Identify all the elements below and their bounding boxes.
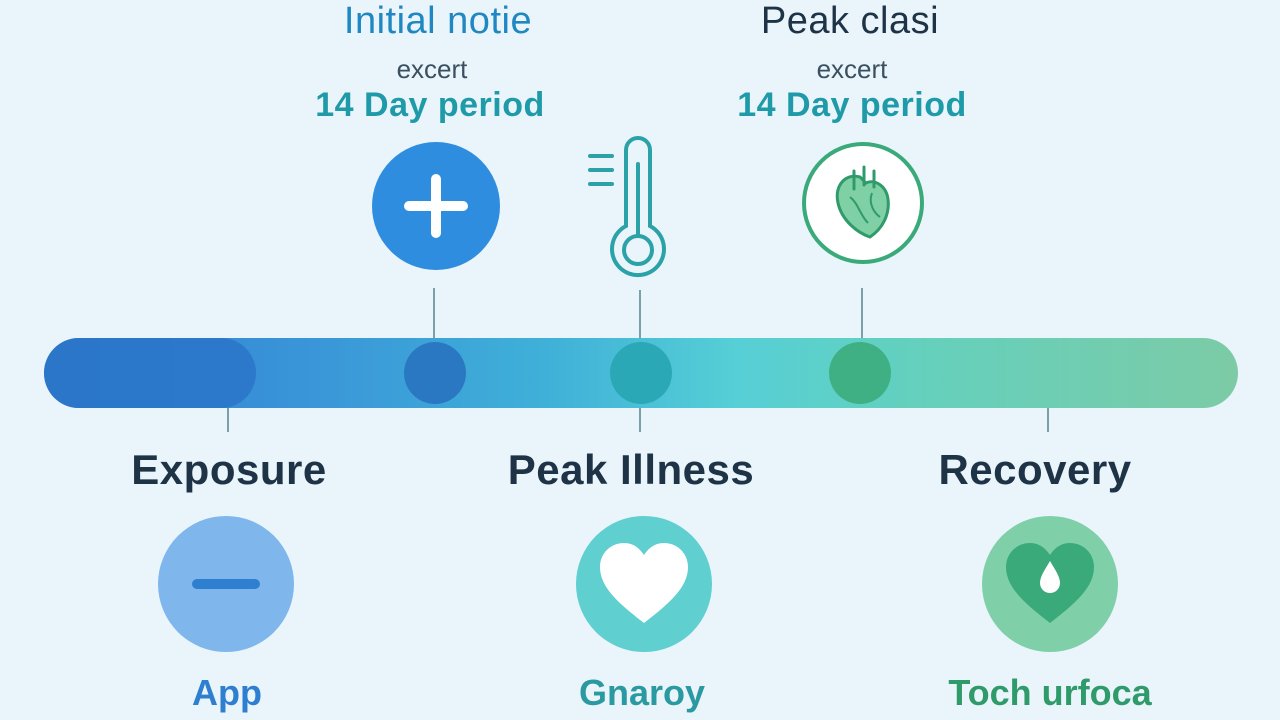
connector-line-6 (1047, 408, 1049, 432)
stage-sub-recovery: Toch urfoca (948, 672, 1152, 713)
top-label-period-1: 14 Day period (315, 86, 545, 124)
top-label-sub-1: excert (396, 54, 468, 84)
plus-icon (372, 142, 500, 270)
stage-sub-peak-illness: Gnaroy (578, 672, 706, 713)
top-label-period-2: 14 Day period (737, 86, 967, 124)
connector-line-3 (861, 288, 863, 338)
thermometer-icon (588, 134, 680, 290)
heart-drop-icon (982, 516, 1118, 652)
top-label-sub-2: excert (816, 54, 888, 84)
stage-sub-exposure: App (192, 672, 262, 713)
timeline-node-2 (610, 342, 672, 404)
connector-line-4 (227, 408, 229, 432)
heart-organ-icon (802, 142, 924, 264)
connector-line-1 (433, 288, 435, 338)
stage-label-exposure: Exposure (131, 446, 327, 493)
minus-icon (158, 516, 294, 652)
stage-label-recovery: Recovery (938, 446, 1132, 493)
timeline-node-3 (829, 342, 891, 404)
top-label-title-2: Peak clasi (760, 0, 940, 42)
timeline-bar-start (44, 338, 256, 408)
connector-line-2 (639, 290, 641, 338)
timeline-node-1 (404, 342, 466, 404)
heart-icon (576, 516, 712, 652)
stage-label-peak-illness: Peak Illness (507, 446, 755, 493)
connector-line-5 (639, 408, 641, 432)
top-label-title-1: Initial notie (343, 0, 533, 42)
